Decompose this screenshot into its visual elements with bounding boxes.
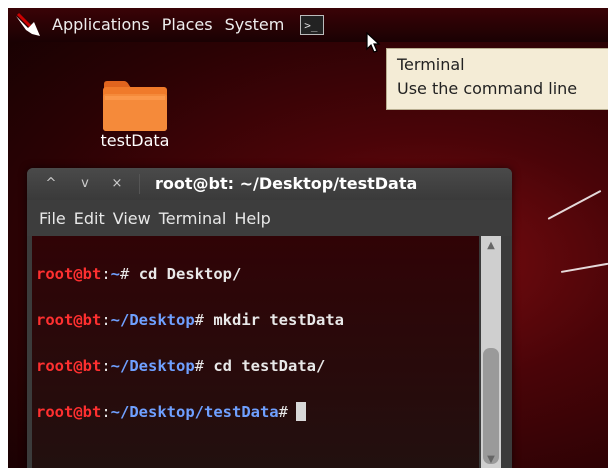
- text-cursor: [296, 402, 306, 421]
- command-text: mkdir testData: [204, 311, 344, 329]
- desktop-streak: [547, 189, 602, 220]
- menu-system[interactable]: System: [219, 8, 291, 42]
- prompt-user: root@bt: [36, 311, 102, 329]
- scroll-up-arrow-icon[interactable]: ▲: [481, 240, 501, 254]
- mouse-pointer-icon: [366, 32, 381, 53]
- minimize-button[interactable]: v: [75, 175, 95, 193]
- terminal-line: root@bt:~# cd Desktop/: [36, 263, 344, 286]
- terminal-window: ^ v × root@bt: ~/Desktop/testData File E…: [27, 168, 512, 468]
- terminal-launcher-icon[interactable]: >_: [300, 15, 325, 35]
- terminal-menu-edit[interactable]: Edit: [70, 209, 109, 228]
- tooltip-description: Use the command line: [397, 79, 578, 98]
- prompt-separator: :: [101, 403, 111, 421]
- menu-applications[interactable]: Applications: [46, 8, 156, 42]
- scroll-thumb[interactable]: [483, 348, 499, 464]
- prompt-user: root@bt: [36, 403, 102, 421]
- terminal-menu-help[interactable]: Help: [230, 209, 274, 228]
- terminal-scrollbar[interactable]: ▲ ▼: [481, 236, 501, 468]
- prompt-symbol: #: [194, 311, 205, 329]
- scroll-down-arrow-icon[interactable]: ▼: [481, 454, 501, 468]
- prompt-separator: :: [101, 311, 111, 329]
- prompt-user: root@bt: [36, 357, 102, 375]
- top-panel: Applications Places System >_: [8, 8, 608, 42]
- prompt-symbol: #: [120, 265, 130, 283]
- prompt-separator: :: [101, 357, 111, 375]
- desktop-icon-label[interactable]: testData: [80, 131, 190, 150]
- folder-icon[interactable]: [100, 78, 170, 134]
- prompt-user: root@bt: [36, 265, 102, 283]
- desktop: Applications Places System >_ Terminal U…: [8, 8, 608, 468]
- terminal-menu-terminal[interactable]: Terminal: [155, 209, 231, 228]
- desktop-streak: [560, 262, 608, 273]
- prompt-path: ~: [110, 265, 121, 283]
- terminal-output[interactable]: root@bt:~# cd Desktop/ root@bt:~/Desktop…: [32, 236, 479, 468]
- backtrack-logo-icon[interactable]: [8, 8, 46, 42]
- maximize-button[interactable]: ^: [41, 175, 61, 193]
- titlebar-divider: [139, 174, 140, 194]
- terminal-menu-file[interactable]: File: [35, 209, 70, 228]
- prompt-symbol: #: [194, 357, 205, 375]
- command-text: cd Desktop/: [129, 265, 242, 283]
- terminal-tooltip: Terminal Use the command line: [386, 48, 608, 110]
- close-button[interactable]: ×: [107, 175, 127, 193]
- tooltip-title: Terminal: [397, 55, 465, 74]
- prompt-path: ~/Desktop/testData: [110, 403, 279, 421]
- terminal-line: root@bt:~/Desktop# mkdir testData: [36, 309, 344, 332]
- terminal-menu-view[interactable]: View: [109, 209, 155, 228]
- terminal-line: root@bt:~/Desktop/testData#: [36, 401, 344, 424]
- terminal-titlebar[interactable]: ^ v × root@bt: ~/Desktop/testData: [27, 168, 512, 200]
- prompt-path: ~/Desktop: [110, 357, 195, 375]
- menu-places[interactable]: Places: [156, 8, 219, 42]
- prompt-symbol: #: [278, 403, 288, 421]
- terminal-line: root@bt:~/Desktop# cd testData/: [36, 355, 344, 378]
- command-text: cd testData/: [204, 357, 326, 375]
- prompt-path: ~/Desktop: [110, 311, 195, 329]
- terminal-menubar: File Edit View Terminal Help: [27, 200, 512, 236]
- terminal-text: root@bt:~# cd Desktop/ root@bt:~/Desktop…: [36, 240, 344, 468]
- window-title: root@bt: ~/Desktop/testData: [155, 174, 418, 193]
- prompt-separator: :: [101, 265, 111, 283]
- screenshot: Applications Places System >_ Terminal U…: [0, 0, 608, 468]
